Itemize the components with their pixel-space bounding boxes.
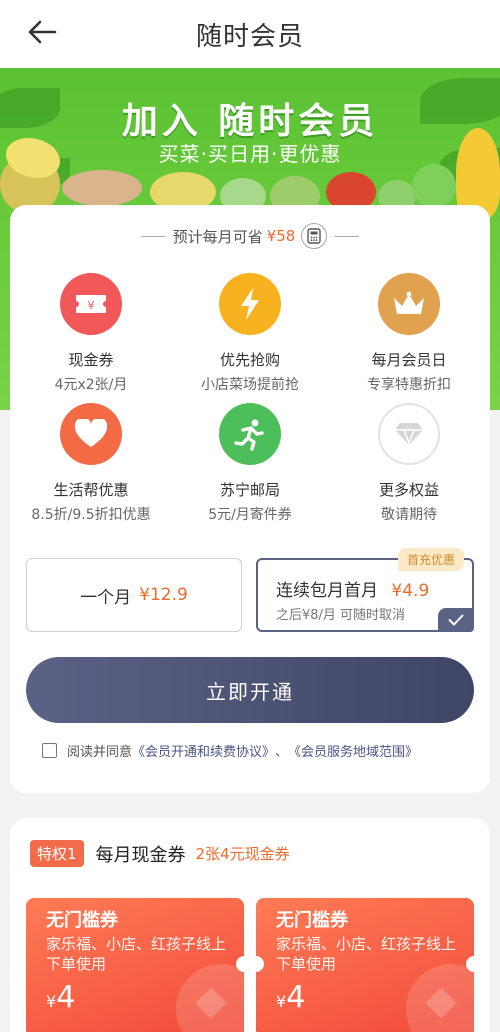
green-apple-image xyxy=(412,164,456,208)
coupon-currency: ¥ xyxy=(46,992,57,1011)
privilege-tag: 特权1 xyxy=(30,840,84,867)
coupon-card[interactable]: 无门槛券 家乐福、小店、红孩子线上下单使用 ¥4 xyxy=(26,898,244,1032)
back-arrow-icon[interactable] xyxy=(24,14,60,50)
banner-title: 加入 随时会员 xyxy=(121,101,379,142)
privilege-subtitle: 2张4元现金券 xyxy=(195,845,290,863)
agreement-prefix: 阅读并同意 xyxy=(67,745,133,760)
benefit-desc: 5元/月寄件券 xyxy=(208,507,292,523)
page-title: 随时会员 xyxy=(195,21,304,52)
plan-price: ¥4.9 xyxy=(391,581,430,601)
lightning-icon xyxy=(219,273,281,335)
privilege-title: 每月现金券 xyxy=(95,844,186,866)
benefit-desc: 专享特惠折扣 xyxy=(367,377,451,393)
calculator-icon[interactable] xyxy=(301,223,328,249)
coupon-card[interactable]: 无门槛券 家乐福、小店、红孩子线上下单使用 ¥4 xyxy=(256,898,474,1032)
coupon-amount: 4 xyxy=(286,980,306,1015)
plan-label: 连续包月首月 xyxy=(276,581,378,601)
first-charge-badge: 首充优惠 xyxy=(397,548,464,571)
membership-card: 预计每月可省 ¥58 ¥ 现金券 4元x2张/月 优先抢购 小店菜场提前抢 每月… xyxy=(10,205,490,793)
top-bar: 随时会员 xyxy=(0,0,500,68)
renewal-agreement-link[interactable]: 《会员开通和续费协议》 xyxy=(132,741,275,760)
plan-price: ¥12.9 xyxy=(139,585,188,605)
privilege-header: 特权1 每月现金券 2张4元现金券 xyxy=(30,840,290,867)
runner-icon xyxy=(219,403,281,465)
benefit-name: 苏宁邮局 xyxy=(219,481,280,499)
gem-icon xyxy=(378,403,440,465)
plan-one-month[interactable]: 一个月 ¥12.9 xyxy=(26,558,242,632)
agree-checkbox[interactable] xyxy=(42,743,57,758)
service-area-link[interactable]: 《会员服务地域范围》 xyxy=(288,741,418,760)
plan-auto-renew[interactable]: 首充优惠 连续包月首月 ¥4.9 之后¥8/月 可随时取消 xyxy=(256,548,474,632)
benefit-post-office[interactable]: 苏宁邮局 5元/月寄件券 xyxy=(175,403,325,524)
plan-title-row: 连续包月首月 ¥4.9 xyxy=(276,576,429,601)
coupon-amount: 4 xyxy=(56,980,76,1015)
coupon-title: 无门槛券 xyxy=(46,910,118,931)
privilege-section: 特权1 每月现金券 2张4元现金券 无门槛券 家乐福、小店、红孩子线上下单使用 … xyxy=(10,818,490,1032)
banner-subtitle: 买菜·买日用·更优惠 xyxy=(158,142,342,166)
agreement-separator: 、 xyxy=(275,745,289,760)
heart-icon xyxy=(60,403,122,465)
saving-estimate: 预计每月可省 ¥58 xyxy=(10,223,490,249)
agreement-row: 阅读并同意 《会员开通和续费协议》 、 《会员服务地域范围》 xyxy=(42,741,418,760)
benefit-desc: 4元x2张/月 xyxy=(54,377,128,393)
coupon-notch xyxy=(256,956,264,972)
benefit-priority-purchase[interactable]: 优先抢购 小店菜场提前抢 xyxy=(175,273,325,394)
svg-text:¥: ¥ xyxy=(88,299,95,312)
coupon-title: 无门槛券 xyxy=(276,910,348,931)
coupon-desc: 家乐福、小店、红孩子线上下单使用 xyxy=(276,935,457,973)
benefit-name: 生活帮优惠 xyxy=(53,481,129,499)
coupon-currency: ¥ xyxy=(276,992,287,1011)
saving-amount: ¥58 xyxy=(266,227,296,245)
coupon-desc: 家乐福、小店、红孩子线上下单使用 xyxy=(46,935,227,973)
benefit-name: 优先抢购 xyxy=(219,351,280,369)
divider xyxy=(140,235,165,237)
plan-label: 一个月 xyxy=(80,587,132,608)
benefit-desc: 小店菜场提前抢 xyxy=(201,377,299,393)
benefit-name: 每月会员日 xyxy=(371,351,447,369)
ticket-icon: ¥ xyxy=(60,273,122,335)
benefit-life-help[interactable]: 生活帮优惠 8.5折/9.5折扣优惠 xyxy=(16,403,166,524)
benefit-name: 更多权益 xyxy=(378,481,439,499)
crab-image xyxy=(62,170,142,206)
benefit-desc: 敬请期待 xyxy=(381,507,437,523)
benefit-member-day[interactable]: 每月会员日 专享特惠折扣 xyxy=(334,273,484,394)
open-membership-button[interactable]: 立即开通 xyxy=(26,657,474,723)
coupon-value: ¥4 xyxy=(46,980,75,1015)
coupon-value: ¥4 xyxy=(276,980,305,1015)
saving-label: 预计每月可省 xyxy=(172,227,263,246)
benefit-name: 现金券 xyxy=(68,351,114,369)
crown-icon xyxy=(378,273,440,335)
benefit-desc: 8.5折/9.5折扣优惠 xyxy=(31,507,151,523)
plan-note: 之后¥8/月 可随时取消 xyxy=(276,608,406,623)
divider xyxy=(335,235,360,237)
benefit-cash-coupon[interactable]: ¥ 现金券 4元x2张/月 xyxy=(16,273,166,394)
benefit-more[interactable]: 更多权益 敬请期待 xyxy=(334,403,484,524)
check-icon xyxy=(438,608,474,632)
